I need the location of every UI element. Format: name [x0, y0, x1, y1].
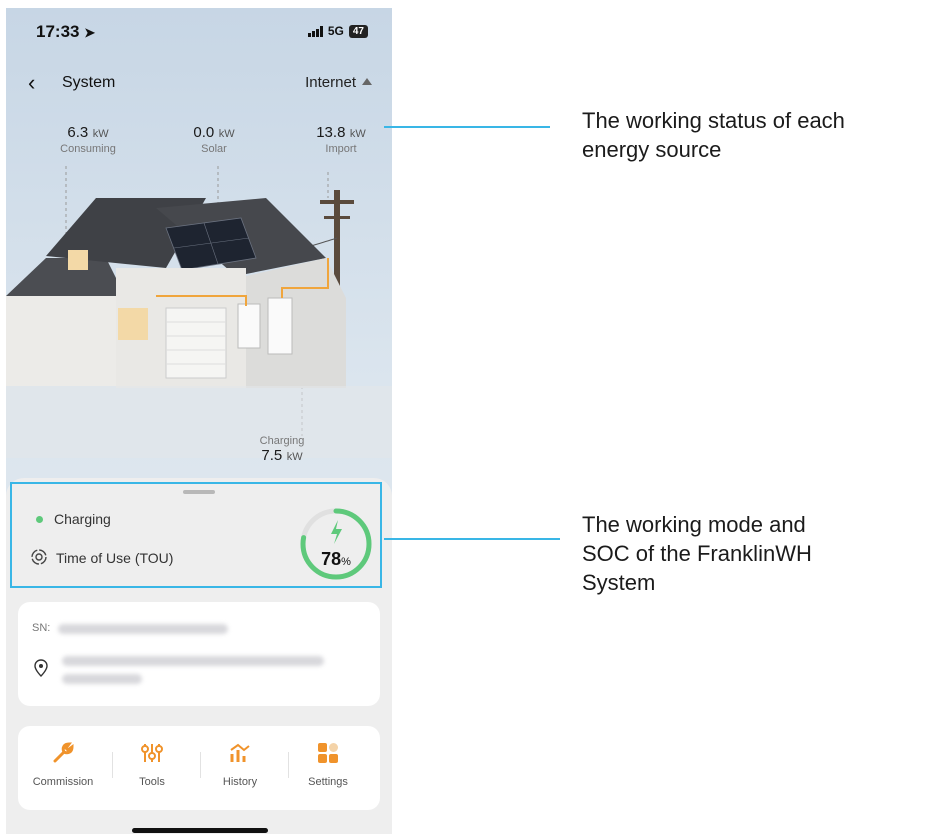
connection-dropdown[interactable]: Internet	[305, 74, 372, 91]
serial-number-redacted	[58, 624, 228, 634]
address-redacted-line1	[62, 656, 324, 666]
metric-solar: 0.0 kW Solar	[174, 124, 254, 155]
battery-unit: kW	[286, 451, 303, 463]
screenshot-root: 17:33 ➤ 5G 47 ‹ System Internet 6.3 kW C…	[0, 0, 939, 836]
consuming-unit: kW	[92, 128, 109, 140]
callout-energy-sources: The working status of each energy source	[582, 106, 845, 164]
phone-screen: 17:33 ➤ 5G 47 ‹ System Internet 6.3 kW C…	[6, 8, 392, 834]
callout-line-bottom	[384, 538, 560, 540]
house-illustration	[6, 166, 392, 458]
tools-button[interactable]: Tools	[112, 738, 192, 788]
consuming-label: Consuming	[60, 143, 116, 155]
home-indicator	[132, 828, 268, 833]
callout-line-top	[384, 126, 550, 128]
clock-text: 17:33	[36, 22, 80, 41]
metric-consuming: 6.3 kW Consuming	[48, 124, 128, 155]
nav-bar: ‹ System Internet	[6, 70, 392, 100]
solar-value: 0.0	[193, 124, 215, 141]
status-time: 17:33 ➤	[36, 22, 95, 42]
system-info-card[interactable]: SN:	[18, 602, 380, 706]
metric-import: 13.8 kW Import	[300, 124, 382, 155]
signal-icon	[307, 25, 323, 37]
page-title: System	[62, 74, 116, 91]
history-chart-icon	[200, 738, 280, 768]
import-unit: kW	[349, 128, 366, 140]
sliders-icon	[112, 738, 192, 768]
callout-bottom-line3: System	[582, 570, 656, 595]
back-chevron-icon[interactable]: ‹	[28, 70, 35, 96]
metric-battery: Charging 7.5 kW	[242, 434, 322, 465]
sn-label: SN:	[32, 622, 51, 634]
location-pin-icon	[34, 659, 48, 677]
callout-bottom-line1: The working mode and	[582, 512, 806, 537]
callout-working-mode: The working mode and SOC of the Franklin…	[582, 510, 812, 597]
settings-grid-icon	[288, 738, 368, 768]
solar-unit: kW	[218, 128, 235, 140]
history-button[interactable]: History	[200, 738, 280, 788]
wrench-icon	[23, 738, 103, 768]
battery-icon: 47	[348, 24, 368, 38]
commission-label: Commission	[32, 776, 94, 788]
address-redacted-line2	[62, 674, 142, 684]
import-value: 13.8	[316, 124, 346, 141]
commission-button[interactable]: Commission	[23, 738, 103, 788]
callout-top-line1: The working status of each	[582, 108, 845, 133]
location-arrow-icon: ➤	[84, 25, 96, 40]
battery-state-label: Charging	[259, 435, 305, 447]
history-label: History	[222, 776, 258, 788]
solar-label: Solar	[201, 143, 227, 155]
status-bar: 17:33 ➤ 5G 47	[6, 8, 392, 56]
status-indicators: 5G 47	[307, 24, 368, 38]
battery-value: 7.5	[261, 447, 283, 464]
consuming-value: 6.3	[67, 124, 89, 141]
tools-label: Tools	[139, 776, 165, 788]
action-bar: Commission Tools History Settings	[18, 726, 380, 810]
settings-label: Settings	[308, 776, 348, 788]
import-label: Import	[325, 143, 357, 155]
callout-top-line2: energy source	[582, 137, 722, 162]
caret-up-icon	[362, 78, 372, 85]
settings-button[interactable]: Settings	[288, 738, 368, 788]
status-highlight-box	[10, 482, 382, 588]
connection-label: Internet	[305, 74, 356, 91]
callout-bottom-line2: SOC of the FranklinWH	[582, 541, 812, 566]
network-label: 5G	[327, 24, 344, 38]
